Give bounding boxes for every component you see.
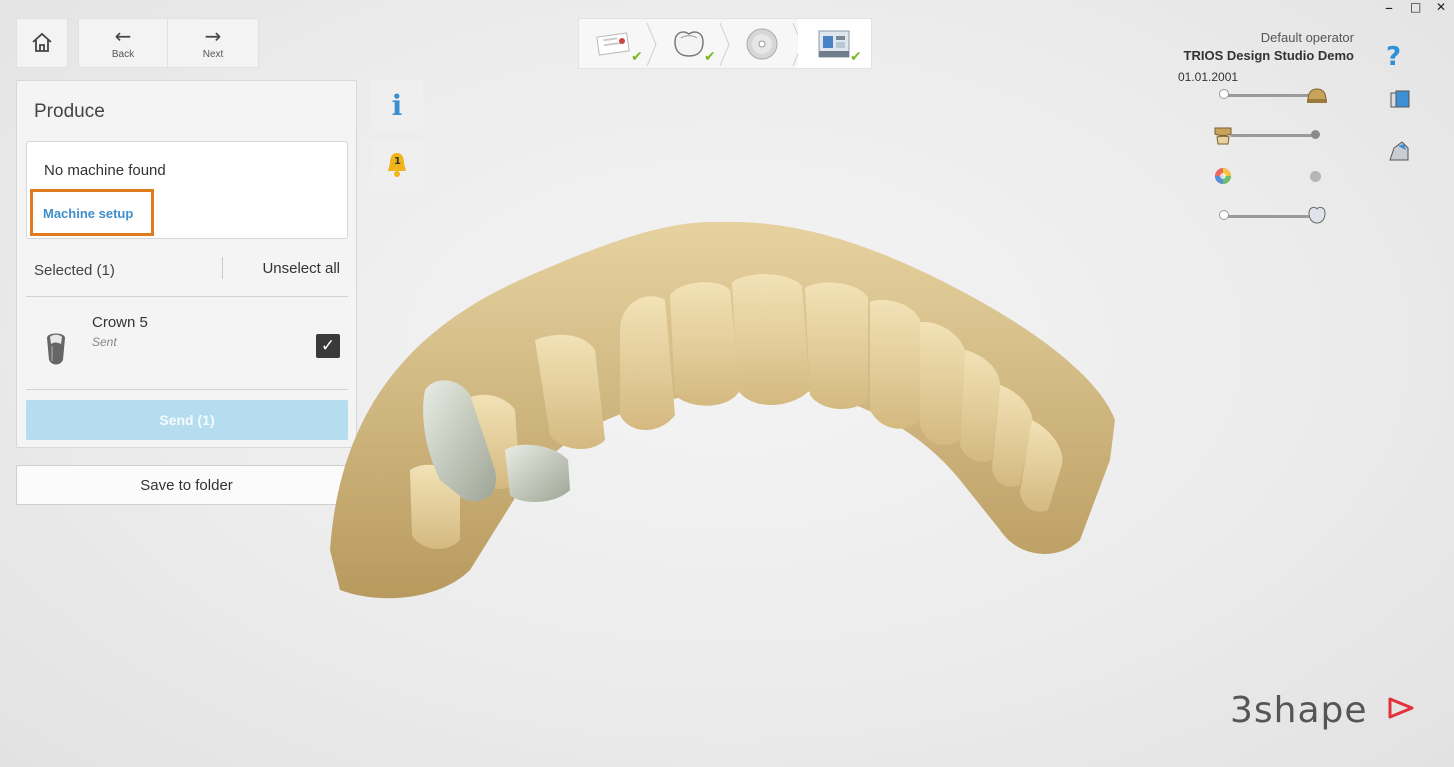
restoration-icon bbox=[1308, 206, 1326, 224]
arrow-right-icon: → bbox=[204, 24, 222, 48]
list-item[interactable]: Crown 5 Sent ✓ bbox=[26, 298, 348, 390]
operator-info: Default operator TRIOS Design Studio Dem… bbox=[1184, 30, 1354, 63]
arrow-left-icon: ← bbox=[114, 24, 132, 48]
machine-box: No machine found Machine setup bbox=[26, 141, 348, 239]
info-icon: i bbox=[391, 88, 403, 122]
selection-row: Selected (1) Unselect all bbox=[26, 251, 348, 297]
restoration-visibility-slider[interactable] bbox=[1223, 215, 1309, 218]
model-visibility-slider[interactable] bbox=[1223, 94, 1313, 97]
antagonist-visibility-slider[interactable] bbox=[1230, 134, 1316, 137]
crown-restoration bbox=[505, 444, 570, 502]
help-icon[interactable]: ? bbox=[1386, 42, 1401, 72]
check-icon: ✔ bbox=[704, 49, 716, 65]
produce-panel: Produce No machine found Machine setup S… bbox=[16, 80, 357, 448]
check-icon: ✔ bbox=[631, 49, 643, 65]
info-tab[interactable]: i bbox=[371, 80, 423, 130]
crown-icon bbox=[47, 333, 65, 365]
dental-model-3d-view[interactable] bbox=[320, 210, 1130, 610]
brand-logo: 3shape bbox=[1230, 690, 1368, 731]
slider-knob[interactable] bbox=[1311, 130, 1320, 139]
operator-role: Default operator bbox=[1260, 30, 1354, 45]
home-button[interactable] bbox=[16, 18, 68, 68]
tooth bbox=[870, 299, 920, 429]
check-icon: ✔ bbox=[850, 49, 862, 65]
next-label: Next bbox=[202, 49, 224, 60]
step-order[interactable]: ✔ bbox=[579, 19, 657, 68]
alert-count: 1 bbox=[394, 156, 401, 167]
machine-setup-highlight: Machine setup bbox=[30, 189, 154, 236]
item-status: Sent bbox=[92, 335, 117, 349]
minimize-button[interactable]: – bbox=[1385, 0, 1393, 17]
notifications-tab[interactable]: 1 bbox=[371, 140, 423, 190]
view-cube-icon[interactable] bbox=[1388, 88, 1412, 112]
case-date: 01.01.2001 bbox=[1178, 70, 1239, 84]
preparation-model-icon bbox=[1307, 88, 1327, 103]
home-icon bbox=[32, 32, 52, 52]
selected-count: Selected (1) bbox=[34, 262, 115, 279]
panel-title: Produce bbox=[34, 101, 105, 122]
next-button[interactable]: → Next bbox=[168, 18, 259, 68]
slider-knob[interactable] bbox=[1219, 89, 1229, 99]
workflow-steps: ✔ ✔ ✔ bbox=[578, 18, 872, 69]
tooth bbox=[920, 321, 965, 445]
texture-toggle[interactable] bbox=[1310, 171, 1321, 182]
color-wheel-icon[interactable] bbox=[1214, 167, 1232, 185]
slider-knob[interactable] bbox=[1219, 210, 1229, 220]
disc-icon bbox=[746, 28, 777, 59]
item-name: Crown 5 bbox=[92, 314, 148, 331]
close-button[interactable]: ✕ bbox=[1436, 0, 1446, 14]
render-tool-icon[interactable] bbox=[1386, 138, 1412, 164]
logo-text: 3shape bbox=[1230, 690, 1368, 731]
app-name: TRIOS Design Studio Demo bbox=[1183, 48, 1354, 63]
tooth bbox=[670, 282, 740, 406]
maximize-button[interactable]: □ bbox=[1410, 0, 1421, 14]
back-button[interactable]: ← Back bbox=[78, 18, 168, 68]
tooth bbox=[805, 282, 868, 410]
back-label: Back bbox=[111, 49, 135, 60]
divider bbox=[222, 257, 223, 279]
save-to-folder-button[interactable]: Save to folder bbox=[16, 465, 357, 505]
milling-machine-icon bbox=[818, 30, 849, 57]
send-button[interactable]: Send (1) bbox=[26, 400, 348, 440]
tooth-icon bbox=[673, 30, 704, 57]
machine-setup-link[interactable]: Machine setup bbox=[43, 206, 133, 221]
step-cad[interactable] bbox=[725, 19, 803, 68]
tooth bbox=[732, 274, 810, 405]
logo-mark-icon bbox=[1388, 697, 1414, 719]
step-design[interactable]: ✔ bbox=[652, 19, 730, 68]
step-produce[interactable]: ✔ bbox=[798, 19, 871, 68]
machine-status-text: No machine found bbox=[44, 162, 166, 179]
